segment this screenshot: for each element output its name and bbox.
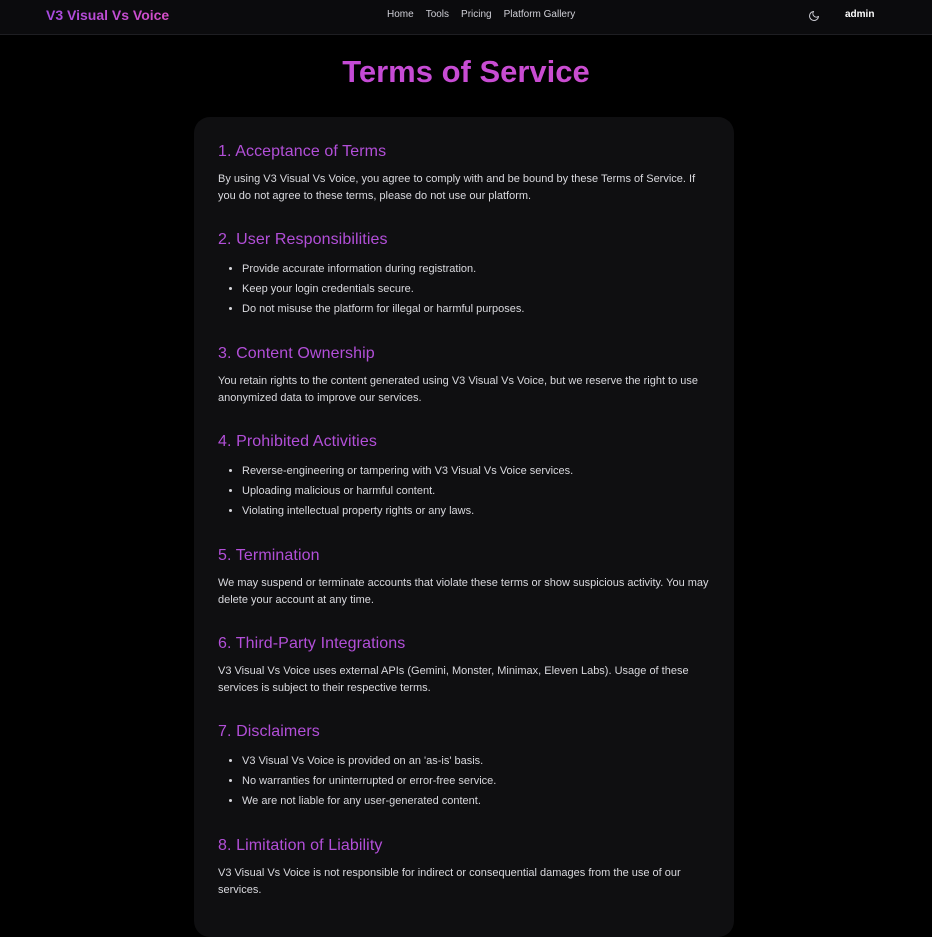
list-item: No warranties for uninterrupted or error…	[242, 771, 710, 791]
section-third-party-integrations: 6. Third-Party Integrations V3 Visual Vs…	[218, 635, 710, 697]
section-heading: 3. Content Ownership	[218, 345, 375, 362]
nav-link-tools[interactable]: Tools	[426, 9, 449, 20]
section-heading: 8. Limitation of Liability	[218, 837, 383, 854]
section-heading: 5. Termination	[218, 547, 320, 564]
section-text: We may suspend or terminate accounts tha…	[218, 577, 709, 606]
list-item: Do not misuse the platform for illegal o…	[242, 299, 710, 319]
list-item: We are not liable for any user-generated…	[242, 791, 710, 811]
section-termination: 5. Termination We may suspend or termina…	[218, 547, 710, 609]
list-item: V3 Visual Vs Voice is provided on an 'as…	[242, 751, 710, 771]
list-item: Violating intellectual property rights o…	[242, 501, 710, 521]
section-text: By using V3 Visual Vs Voice, you agree t…	[218, 173, 696, 202]
section-acceptance: 1. Acceptance of Terms By using V3 Visua…	[218, 143, 710, 205]
list-item: Keep your login credentials secure.	[242, 279, 710, 299]
section-prohibited-activities: 4. Prohibited Activities Reverse-enginee…	[218, 433, 710, 521]
section-disclaimers: 7. Disclaimers V3 Visual Vs Voice is pro…	[218, 723, 710, 811]
nav-link-platform-gallery[interactable]: Platform Gallery	[504, 9, 576, 20]
bullet-list: V3 Visual Vs Voice is provided on an 'as…	[218, 751, 710, 811]
section-limitation-of-liability: 8. Limitation of Liability V3 Visual Vs …	[218, 837, 710, 899]
page-title: Terms of Service	[0, 54, 932, 90]
list-item: Provide accurate information during regi…	[242, 259, 710, 279]
section-text: You retain rights to the content generat…	[218, 375, 699, 404]
section-heading: 4. Prohibited Activities	[218, 433, 377, 450]
user-menu[interactable]: admin	[845, 9, 874, 20]
section-heading: 6. Third-Party Integrations	[218, 635, 406, 652]
nav-link-home[interactable]: Home	[387, 9, 414, 20]
list-item: Uploading malicious or harmful content.	[242, 481, 710, 501]
section-heading: 7. Disclaimers	[218, 723, 320, 740]
top-navbar: V3 Visual Vs Voice Home Tools Pricing Pl…	[0, 0, 932, 35]
brand-logo-link[interactable]: V3 Visual Vs Voice	[46, 7, 169, 23]
section-user-responsibilities: 2. User Responsibilities Provide accurat…	[218, 231, 710, 319]
nav-link-pricing[interactable]: Pricing	[461, 9, 492, 20]
section-content-ownership: 3. Content Ownership You retain rights t…	[218, 345, 710, 407]
section-text: V3 Visual Vs Voice uses external APIs (G…	[218, 665, 689, 694]
bullet-list: Reverse-engineering or tampering with V3…	[218, 461, 710, 521]
list-item: Reverse-engineering or tampering with V3…	[242, 461, 710, 481]
main-nav: Home Tools Pricing Platform Gallery	[387, 9, 587, 20]
section-heading: 2. User Responsibilities	[218, 231, 388, 248]
moon-icon[interactable]	[808, 9, 820, 21]
section-text: V3 Visual Vs Voice is not responsible fo…	[218, 867, 681, 896]
section-heading: 1. Acceptance of Terms	[218, 143, 387, 160]
terms-card: 1. Acceptance of Terms By using V3 Visua…	[194, 117, 734, 937]
bullet-list: Provide accurate information during regi…	[218, 259, 710, 319]
